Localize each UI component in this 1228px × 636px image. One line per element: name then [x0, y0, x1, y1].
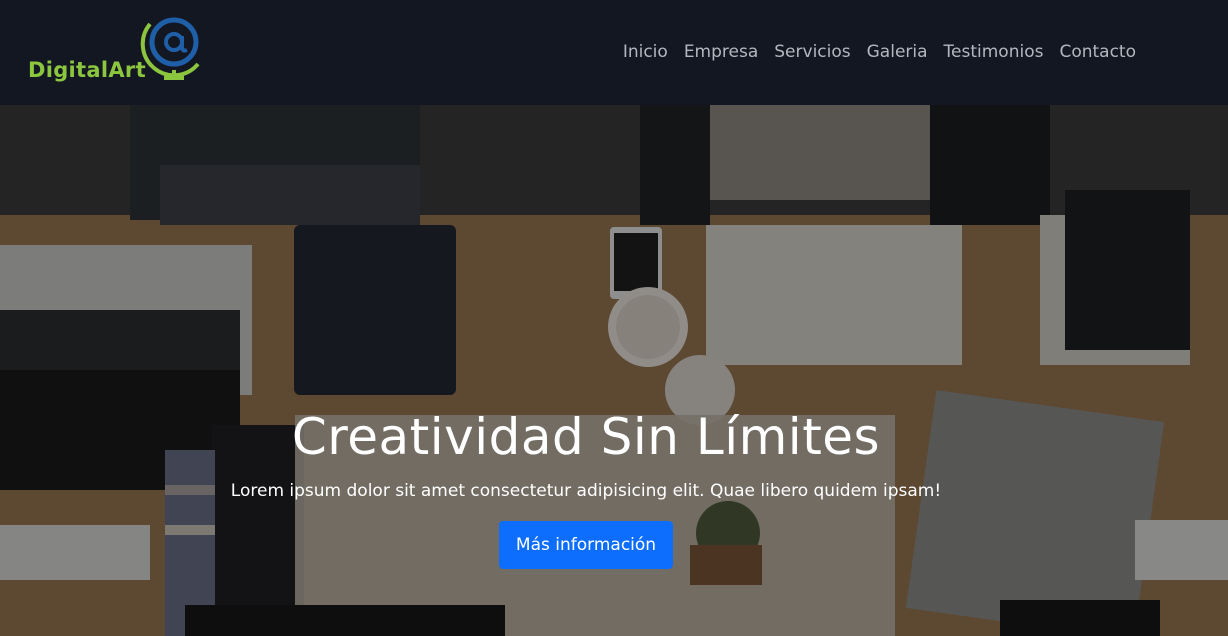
globe-at-sign-icon [140, 17, 200, 80]
nav-item-galeria[interactable]: Galeria [867, 40, 928, 64]
main-nav: Inicio Empresa Servicios Galeria Testimo… [623, 40, 1136, 64]
nav-item-servicios[interactable]: Servicios [774, 40, 850, 64]
hero-content: Creatividad Sin Límites Lorem ipsum dolo… [0, 405, 1172, 569]
nav-item-empresa[interactable]: Empresa [684, 40, 758, 64]
nav-item-testimonios[interactable]: Testimonios [944, 40, 1044, 64]
hero-section: Creatividad Sin Límites Lorem ipsum dolo… [0, 105, 1228, 636]
nav-item-inicio[interactable]: Inicio [623, 40, 668, 64]
navbar: DigitalArt Inicio Empresa Servicios Gale… [0, 0, 1228, 105]
more-info-button[interactable]: Más información [498, 521, 674, 569]
brand-name: DigitalArt [28, 58, 146, 82]
brand-logo[interactable]: DigitalArt [28, 14, 208, 90]
hero-title: Creatividad Sin Límites [291, 408, 881, 466]
hero-subtitle: Lorem ipsum dolor sit amet consectetur a… [230, 481, 942, 501]
nav-item-contacto[interactable]: Contacto [1059, 40, 1136, 64]
